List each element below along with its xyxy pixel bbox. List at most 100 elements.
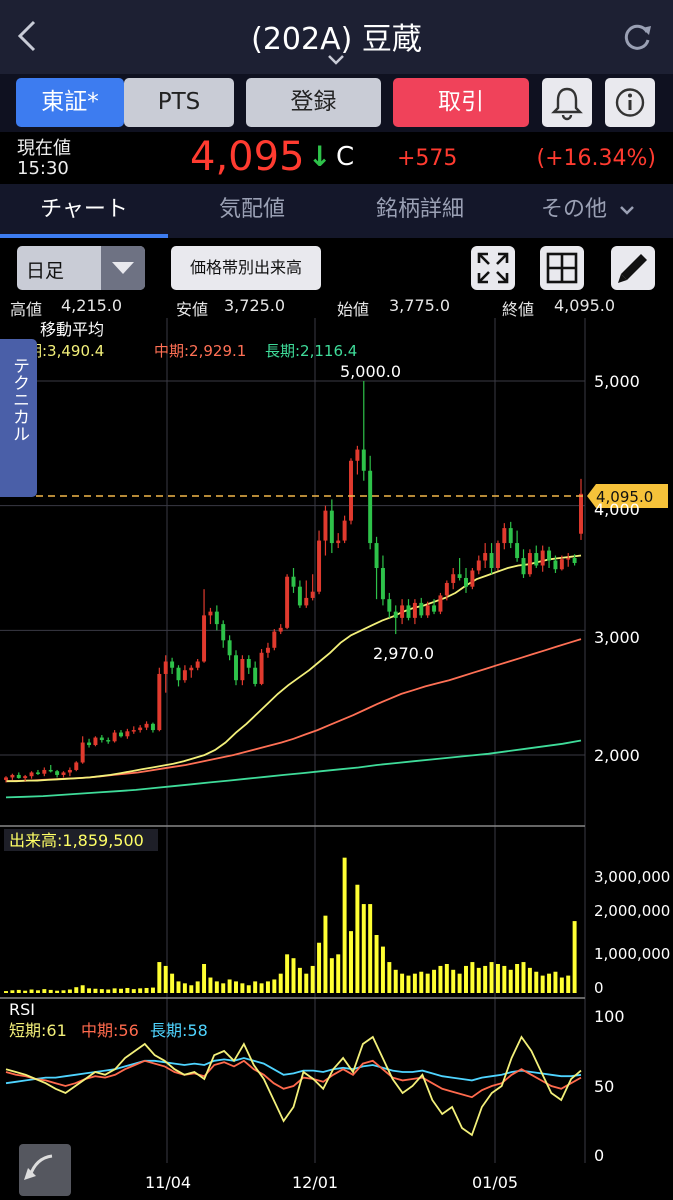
candle-body bbox=[304, 597, 309, 606]
period-select[interactable]: 日足 bbox=[17, 246, 145, 290]
pencil-icon[interactable] bbox=[611, 246, 655, 290]
volume-bar bbox=[93, 988, 98, 993]
candle-body bbox=[566, 558, 571, 560]
volume-bar bbox=[310, 965, 315, 993]
tab-chart[interactable]: チャート bbox=[0, 184, 168, 238]
volume-bar bbox=[291, 958, 296, 993]
technical-side-tab[interactable]: テクニカル bbox=[0, 339, 37, 497]
candle-body bbox=[361, 449, 366, 471]
candle-body bbox=[221, 624, 226, 641]
volume-bar bbox=[297, 967, 302, 993]
candle-body bbox=[119, 732, 123, 737]
candle-body bbox=[489, 553, 494, 568]
volume-bar bbox=[214, 981, 219, 993]
candle-body bbox=[476, 560, 481, 571]
ytick: 50 bbox=[594, 1077, 614, 1096]
candle-body bbox=[61, 772, 66, 775]
tab-bar: チャート 気配値 銘柄詳細 その他 bbox=[0, 184, 673, 238]
volume-bar bbox=[4, 991, 8, 993]
chevron-down-icon[interactable] bbox=[326, 52, 346, 66]
candle-body bbox=[4, 777, 8, 780]
volume-bar bbox=[470, 962, 475, 993]
candle-body bbox=[387, 599, 392, 612]
ma-mid-label: 中期:2,929.1 bbox=[154, 342, 246, 360]
volume-bar bbox=[380, 946, 385, 993]
xtick: 11/04 bbox=[145, 1173, 191, 1192]
chart-toolbar: 日足 価格帯別出来高 bbox=[0, 238, 673, 296]
candle-body bbox=[329, 510, 334, 544]
volume-bar bbox=[451, 969, 456, 993]
candle-body bbox=[425, 605, 430, 616]
candle-body bbox=[99, 737, 104, 741]
candle-body bbox=[202, 615, 207, 662]
volume-bar bbox=[125, 987, 130, 993]
candle-body bbox=[272, 631, 277, 648]
candle-body bbox=[23, 776, 28, 779]
tab-details[interactable]: 銘柄詳細 bbox=[336, 184, 504, 238]
bell-icon[interactable] bbox=[542, 78, 592, 127]
volume-bar bbox=[304, 973, 309, 993]
volume-bar bbox=[393, 969, 398, 993]
volume-bar bbox=[553, 971, 558, 993]
current-price: 4,095 bbox=[190, 134, 305, 180]
candle-body bbox=[144, 723, 149, 728]
volume-bar bbox=[208, 977, 213, 993]
volume-bar bbox=[189, 985, 194, 993]
candle-body bbox=[125, 731, 130, 737]
candle-body bbox=[483, 553, 488, 561]
tab-quotes[interactable]: 気配値 bbox=[168, 184, 336, 238]
volume-bar bbox=[138, 988, 143, 993]
ytick: 5,000 bbox=[594, 372, 640, 391]
tse-button[interactable]: 東証* bbox=[16, 78, 124, 127]
candle-body bbox=[451, 574, 456, 583]
volume-bar bbox=[540, 975, 545, 993]
volume-bar bbox=[534, 971, 539, 993]
volume-by-price-button[interactable]: 価格帯別出来高 bbox=[171, 246, 321, 290]
indicator-widget-icon[interactable] bbox=[19, 1144, 71, 1196]
current-price-label: 現在値 bbox=[17, 138, 71, 159]
down-arrow-icon: ↓ bbox=[308, 140, 332, 173]
open-value: 3,775.0 bbox=[389, 296, 451, 315]
candle-body bbox=[419, 602, 424, 616]
ytick: 0 bbox=[594, 1146, 604, 1165]
reload-icon[interactable] bbox=[620, 20, 654, 54]
chevron-down-icon[interactable] bbox=[618, 203, 636, 222]
pts-button[interactable]: PTS bbox=[124, 78, 234, 127]
candle-body bbox=[189, 667, 194, 671]
volume-bar bbox=[515, 964, 520, 993]
volume-bar bbox=[67, 989, 72, 993]
quote-row: 現在値 15:30 4,095 ↓ C +575 (+16.34%) bbox=[0, 132, 673, 184]
volume-bar bbox=[508, 969, 513, 993]
candle-body bbox=[438, 595, 443, 612]
volume-bar bbox=[527, 967, 532, 993]
volume-bar bbox=[272, 979, 277, 993]
volume-bar bbox=[566, 975, 571, 993]
stock-chart[interactable]: 移動平均 短期:3,490.4 中期:2,929.1 長期:2,116.4 5,… bbox=[0, 318, 673, 1200]
ohlc-row: 高値 4,215.0 安値 3,725.0 始値 3,775.0 終値 4,09… bbox=[0, 296, 673, 319]
candle-body bbox=[285, 576, 290, 628]
volume-bar bbox=[10, 990, 15, 993]
low-label: 安値 bbox=[176, 300, 209, 319]
expand-icon[interactable] bbox=[471, 246, 515, 290]
candle-body bbox=[400, 605, 405, 618]
nav-bar: (202A) 豆蔵 bbox=[0, 0, 673, 74]
candle-body bbox=[42, 769, 47, 774]
candle-body bbox=[67, 769, 72, 773]
volume-bar bbox=[29, 989, 34, 993]
info-icon[interactable] bbox=[605, 78, 655, 127]
candle-body bbox=[214, 611, 219, 625]
candle-body bbox=[80, 742, 85, 763]
candle-body bbox=[29, 772, 34, 777]
high-label: 高値 bbox=[10, 300, 43, 319]
candle-body bbox=[157, 673, 162, 731]
candle-body bbox=[317, 540, 322, 592]
grid-icon[interactable] bbox=[540, 246, 584, 290]
volume-bar bbox=[99, 989, 104, 993]
price-change-percent: (+16.34%) bbox=[536, 146, 657, 171]
volume-bar bbox=[195, 981, 200, 993]
ytick: 1,000,000 bbox=[594, 945, 670, 963]
candle-body bbox=[495, 543, 500, 568]
register-button[interactable]: 登録 bbox=[246, 78, 381, 127]
volume-bar bbox=[202, 964, 207, 993]
trade-button[interactable]: 取引 bbox=[393, 78, 529, 127]
